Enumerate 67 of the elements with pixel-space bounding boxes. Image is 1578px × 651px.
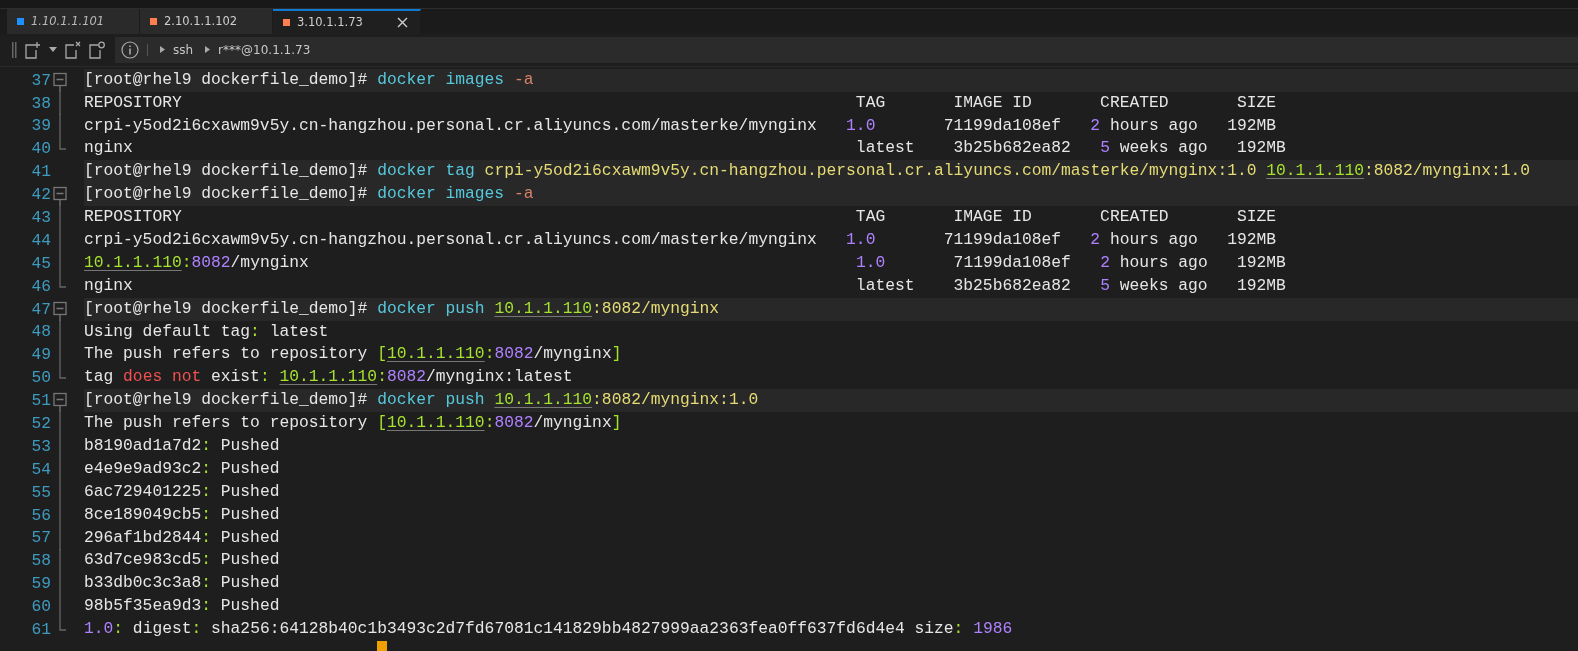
breadcrumb-arrow-icon [160,46,165,54]
line-number: 44 [30,230,51,250]
new-session-icon[interactable] [25,40,41,59]
terminal-line: 6ac729401225: Pushed [84,480,281,503]
line-number: 58 [30,551,51,571]
terminal-line: b33db0c3c3a8: Pushed [84,572,281,595]
session-status-icon[interactable] [89,40,105,59]
line-number: 41 [30,162,51,182]
terminal-line: 63d7ce983cd5: Pushed [84,549,281,572]
line-number: 45 [30,253,51,273]
line-number: 56 [30,505,51,525]
line-number: 60 [30,597,51,617]
terminal-tab[interactable]: 3.10.1.1.73 [273,8,421,34]
terminal-line: crpi-y5od2i6cxawm9v5y.cn-hangzhou.personal.cr.aliyuncs.com/masterke/mynginx 1.0 71199da108ef 2 hours ago 192MB [84,114,1277,137]
breadcrumb-item[interactable]: ssh [173,42,194,57]
terminal-line: e4e9e9ad93c2: Pushed [84,457,281,480]
line-number: 39 [30,116,51,136]
line-number: 42 [30,185,51,205]
line-number: 38 [30,93,51,113]
close-icon[interactable] [397,16,408,28]
line-number: 48 [30,322,51,342]
drag-handle-icon[interactable] [12,41,17,58]
fold-end-line [59,274,66,288]
line-number: 59 [30,574,51,594]
terminal-line: The push refers to repository [10.1.1.110:8082/mynginx] [84,412,623,435]
breadcrumb-arrow-icon [205,46,211,54]
line-number: 50 [30,368,51,388]
fold-end-line [59,618,66,632]
line-number: 51 [30,391,51,411]
terminal-line: 10.1.1.110:8082/mynginx 1.0 71199da108ef 2 hours ago 192MB [84,251,1287,274]
line-number: 43 [30,208,51,227]
terminal-line: REPOSITORY TAG IMAGE ID CREATED SIZE [84,206,1277,229]
breadcrumb-item[interactable]: r***@10.1.1.73 [218,42,311,57]
line-number: 55 [30,482,51,502]
line-number: 47 [30,299,51,319]
terminal-line: Using default tag: latest [84,320,330,343]
terminal-line: The push refers to repository [10.1.1.110:8082/mynginx] [84,343,623,366]
terminal-line: tag does not exist: 10.1.1.110:8082/mynginx:latest [84,366,574,389]
terminal-tab[interactable]: 2.10.1.1.102 [140,8,273,34]
tab-label: 3.10.1.1.73 [297,15,363,30]
terminal-line: REPOSITORY TAG IMAGE ID CREATED SIZE [84,91,1277,114]
tab-label: 1.10.1.1.101 [31,14,105,29]
terminal-line: crpi-y5od2i6cxawm9v5y.cn-hangzhou.personal.cr.aliyuncs.com/masterke/mynginx 1.0 71199da108ef 2 hours ago 192MB [84,228,1277,251]
terminal-line: 1.0: digest: sha256:64128b40c1b3493c2d7fd67081c141829bb4827999aa2363fea0ff637fd6d4e4 size: 1986 [84,618,1014,641]
close-session-icon[interactable] [65,40,81,59]
line-number: 52 [30,414,51,434]
fold-end-line [59,366,66,380]
line-number: 54 [30,459,51,479]
terminal-line: 296af1bd2844: Pushed [84,526,281,549]
terminal-line: 98b5f35ea9d3: Pushed [84,595,281,618]
line-number: 53 [30,436,51,456]
tab-label: 2.10.1.1.102 [164,14,238,29]
info-icon[interactable] [121,40,139,59]
terminal-line: 8ce189049cb5: Pushed [84,503,281,526]
fold-end-line [59,137,66,151]
terminal-line: b8190ad1a7d2: Pushed [84,435,281,457]
terminal-tab[interactable]: 1.10.1.1.101 [7,8,140,34]
dropdown-caret-icon[interactable] [49,47,57,53]
line-number: 40 [30,139,51,159]
terminal-line: nginx latest 3b25b682ea82 5 weeks ago 192MB [84,137,1287,160]
line-number: 57 [30,528,51,548]
line-number: 37 [30,70,51,90]
terminal-line: nginx latest 3b25b682ea82 5 weeks ago 192MB [84,274,1287,297]
line-number: 49 [30,345,51,365]
text-cursor-icon [377,641,388,651]
line-number: 46 [30,276,51,296]
line-number: 61 [30,620,51,640]
